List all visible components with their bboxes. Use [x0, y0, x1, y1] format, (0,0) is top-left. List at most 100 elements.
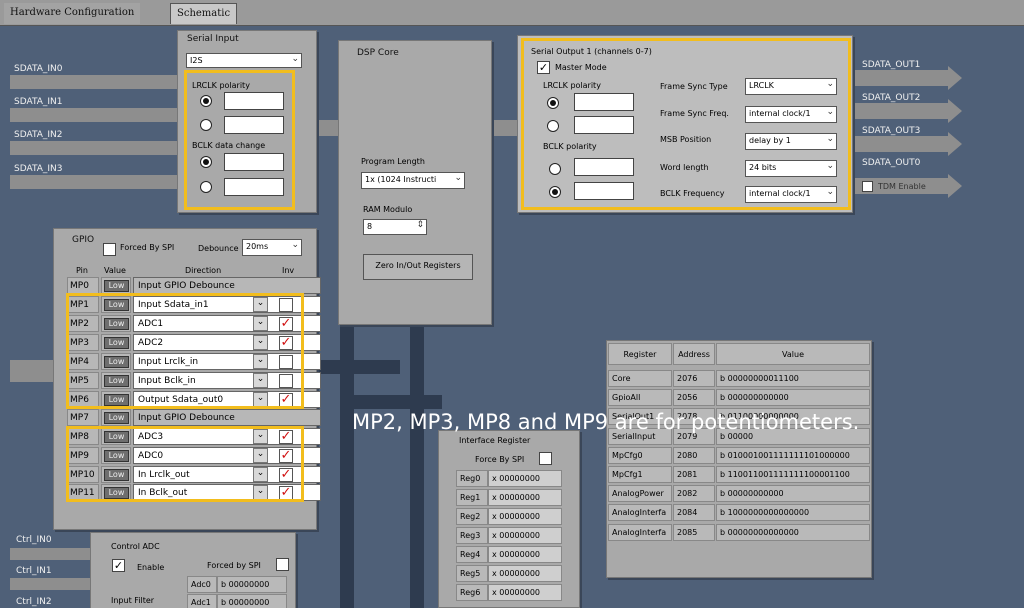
interface-register-value[interactable]: x 00000000	[488, 527, 562, 544]
control-adc-enable-checkbox[interactable]: ✓	[112, 559, 125, 572]
gpio-value-button[interactable]: Low	[104, 394, 129, 406]
master-mode-label: Master Mode	[555, 63, 607, 72]
debounce-label: Debounce	[198, 244, 239, 253]
gpio-value-button[interactable]: Low	[104, 487, 129, 499]
gpio-value-button[interactable]: Low	[104, 469, 129, 481]
chevron-down-icon[interactable]: ⌄	[253, 316, 268, 331]
program-length-select[interactable]: 1x (1024 Instructi ⌄	[361, 172, 465, 189]
gpio-value-button[interactable]: Low	[104, 431, 129, 443]
tab-hardware-configuration[interactable]: Hardware Configuration	[4, 3, 141, 24]
force-by-spi-checkbox[interactable]	[539, 452, 552, 465]
gpio-inv-checkbox[interactable]	[279, 355, 293, 369]
debounce-select[interactable]: 20ms ⌄	[242, 239, 302, 256]
gpio-value-button[interactable]: Low	[104, 375, 129, 387]
bclk-falling-waveform-icon	[224, 178, 284, 196]
chevron-down-icon[interactable]: ⌄	[253, 429, 268, 444]
adc1-value: b 00000000	[217, 594, 287, 608]
gpio-inv-checkbox[interactable]: ✓	[279, 393, 293, 407]
gpio-value-button[interactable]: Low	[104, 337, 129, 349]
chevron-down-icon[interactable]: ⌄	[253, 297, 268, 312]
register-table-cell: MpCfg0	[608, 446, 672, 464]
gpio-inv-checkbox[interactable]	[279, 374, 293, 388]
gpio-value-cell: Low	[101, 391, 131, 408]
so-bclk-radio-1[interactable]	[549, 163, 561, 175]
chevron-down-icon[interactable]: ⌄	[253, 467, 268, 482]
wire	[10, 108, 180, 122]
gpio-value-cell: Low	[101, 277, 131, 294]
bclk-data-change-radio-2[interactable]	[200, 181, 212, 193]
dsp-core-panel: DSP Core Program Length 1x (1024 Instruc…	[338, 40, 492, 325]
chevron-down-icon[interactable]: ⌄	[253, 485, 268, 500]
so-lrclk-inverted-waveform-icon	[574, 116, 634, 134]
interface-register-value[interactable]: x 00000000	[488, 470, 562, 487]
so-lrclk-polarity-label: LRCLK polarity	[543, 81, 601, 90]
frame-sync-type-select[interactable]: LRCLK ⌄	[745, 78, 837, 95]
gpio-value-button[interactable]: Low	[104, 450, 129, 462]
gpio-inv-checkbox[interactable]: ✓	[279, 449, 293, 463]
gpio-inv-checkbox[interactable]: ✓	[279, 486, 293, 500]
gpio-value-cell: Low	[101, 296, 131, 313]
interface-register-value[interactable]: x 00000000	[488, 565, 562, 582]
serial-input-format-select[interactable]: I2S ⌄	[186, 53, 302, 68]
msb-position-select[interactable]: delay by 1 ⌄	[745, 133, 837, 150]
tab-schematic[interactable]: Schematic	[170, 3, 238, 24]
tdm-enable-checkbox[interactable]	[862, 181, 873, 192]
interface-register-value[interactable]: x 00000000	[488, 584, 562, 601]
gpio-direction-select[interactable]: Input GPIO Debounce	[133, 277, 321, 294]
chevron-down-icon[interactable]: ⌄	[253, 335, 268, 350]
control-adc-panel: Control ADC ✓ Enable Forced by SPI Input…	[90, 532, 296, 608]
word-length-label: Word length	[660, 163, 709, 172]
ram-modulo-stepper[interactable]: 8 ⇕	[363, 219, 427, 235]
register-table-cell: 2080	[673, 446, 715, 464]
gpio-value-button[interactable]: Low	[104, 299, 129, 311]
chevron-down-icon[interactable]: ⌄	[253, 354, 268, 369]
gpio-pin-label: MP11	[67, 484, 99, 501]
chevron-down-icon[interactable]: ⌄	[253, 448, 268, 463]
gpio-pin-label: MP0	[67, 277, 99, 294]
chevron-down-icon: ⌄	[826, 161, 834, 171]
so-lrclk-radio-1[interactable]	[547, 97, 559, 109]
bclk-data-change-radio-1[interactable]	[200, 156, 212, 168]
master-mode-checkbox[interactable]: ✓	[537, 61, 550, 74]
chevron-down-icon[interactable]: ⌄	[253, 392, 268, 407]
word-length-select[interactable]: 24 bits ⌄	[745, 160, 837, 177]
gpio-forced-by-spi-checkbox[interactable]	[103, 243, 116, 256]
so-lrclk-radio-2[interactable]	[547, 120, 559, 132]
interface-register-value[interactable]: x 00000000	[488, 546, 562, 563]
register-table-header: Address	[673, 343, 715, 365]
interface-register-value[interactable]: x 00000000	[488, 508, 562, 525]
lrclk-polarity-radio-1[interactable]	[200, 95, 212, 107]
gpio-pin-label: MP1	[67, 296, 99, 313]
gpio-inv-checkbox[interactable]: ✓	[279, 430, 293, 444]
frame-sync-freq-select[interactable]: internal clock/1 ⌄	[745, 106, 837, 123]
gpio-value-button[interactable]: Low	[104, 412, 129, 424]
program-length-label: Program Length	[361, 157, 425, 166]
interface-register-value[interactable]: x 00000000	[488, 489, 562, 506]
gpio-direction-select[interactable]: Input GPIO Debounce	[133, 409, 321, 426]
gpio-inv-checkbox[interactable]	[279, 298, 293, 312]
gpio-inv-checkbox[interactable]: ✓	[279, 317, 293, 331]
gpio-direction-value: Input GPIO Debounce	[138, 281, 235, 291]
gpio-value-button[interactable]: Low	[104, 318, 129, 330]
gpio-value-cell: Low	[101, 353, 131, 370]
control-adc-forced-by-spi-checkbox[interactable]	[276, 558, 289, 571]
gpio-value-button[interactable]: Low	[104, 356, 129, 368]
gpio-direction-value: ADC3	[138, 432, 164, 442]
gpio-direction-value: Output Sdata_out0	[138, 395, 224, 405]
lrclk-polarity-radio-2[interactable]	[200, 119, 212, 131]
bclk-frequency-select[interactable]: internal clock/1 ⌄	[745, 186, 837, 203]
so-bclk-rising-waveform-icon	[574, 158, 634, 176]
annotation-text: MP2, MP3, MP8 and MP9 are for potentiome…	[352, 410, 860, 434]
register-table-cell: b 010001001111111101000000	[716, 446, 870, 464]
so-bclk-radio-2[interactable]	[549, 186, 561, 198]
gpio-inv-checkbox[interactable]: ✓	[279, 336, 293, 350]
gpio-direction-value: In Bclk_out	[138, 488, 188, 498]
gpio-inv-checkbox[interactable]: ✓	[279, 468, 293, 482]
interface-register-name: Reg1	[456, 489, 488, 506]
register-table-cell: 2081	[673, 466, 715, 483]
chevron-down-icon[interactable]: ⌄	[253, 373, 268, 388]
register-table-cell: GpioAll	[608, 389, 672, 407]
gpio-value-button[interactable]: Low	[104, 280, 129, 292]
ctrl-in-1-label: Ctrl_IN1	[16, 566, 52, 576]
zero-in-out-registers-button[interactable]: Zero In/Out Registers	[363, 254, 473, 280]
